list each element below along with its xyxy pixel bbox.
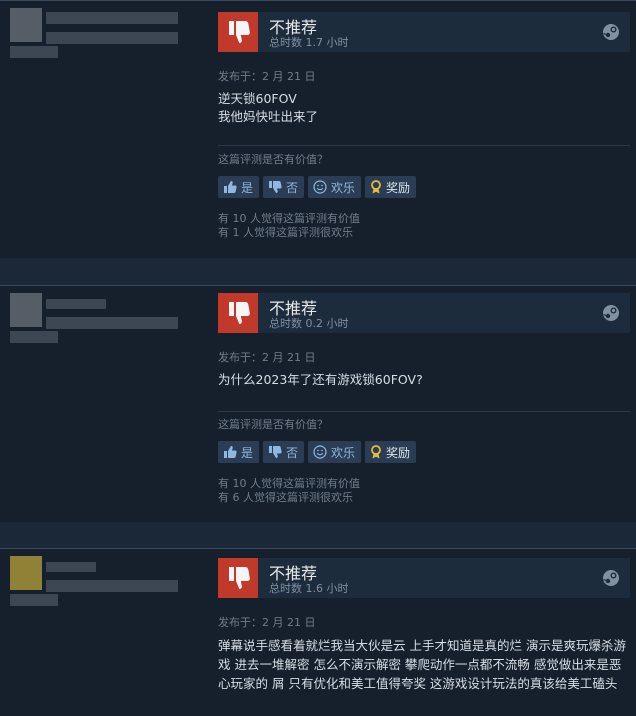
thumbs-down-icon [268,445,282,459]
thumbs-up-icon [223,445,237,459]
helpful-count: 有 10 人觉得这篇评测有价值 [218,212,360,225]
posted-date: 发布于：2 月 21 日 [218,351,316,364]
vote-funny-label: 欢乐 [331,180,356,195]
smiley-icon [313,180,327,194]
vote-no-button[interactable]: 否 [263,441,305,463]
review-content: 逆天锁60FOV 我他妈快吐出来了 [218,91,319,124]
award-label: 奖励 [386,445,411,460]
review-header[interactable]: 不推荐 总时数 0.2 小时 [218,293,630,333]
vote-yes-button[interactable]: 是 [218,176,260,198]
vote-yes-button[interactable]: 是 [218,441,260,463]
review-content: 为什么2023年了还有游戏锁60FOV? [218,372,423,387]
thumb-down-icon [218,558,258,598]
award-label: 奖励 [386,180,411,195]
vote-no-label: 否 [286,180,299,195]
steam-icon [602,304,620,326]
vote-funny-button[interactable]: 欢乐 [308,441,362,463]
vote-no-label: 否 [286,445,299,460]
divider [0,285,636,286]
vote-buttons: 是 否 欢乐 奖励 [218,441,417,463]
thumb-down-icon [218,12,258,52]
funny-count: 有 6 人觉得这篇评测很欢乐 [218,491,353,504]
playtime: 总时数 0.2 小时 [269,317,349,330]
review-card: 不推荐 总时数 1.6 小时 发布于：2 月 21 日 弹幕说手感看着就烂我当大… [0,548,636,716]
review-stats: 有 10 人觉得这篇评测有价值 有 1 人觉得这篇评测很欢乐 [218,212,360,240]
reviewer-avatar-blurred[interactable] [10,8,180,58]
helpful-question: 这篇评测是否有价值？ [218,418,328,431]
helpful-count: 有 10 人觉得这篇评测有价值 [218,477,360,490]
vote-funny-label: 欢乐 [331,445,356,460]
vote-no-button[interactable]: 否 [263,176,305,198]
thumbs-down-icon [268,180,282,194]
helpful-question: 这篇评测是否有价值？ [218,153,328,166]
playtime: 总时数 1.7 小时 [269,36,349,49]
divider [0,548,636,549]
smiley-icon [313,445,327,459]
review-header[interactable]: 不推荐 总时数 1.7 小时 [218,12,630,52]
vote-buttons: 是 否 欢乐 奖励 [218,176,417,198]
thumbs-up-icon [223,180,237,194]
review-header[interactable]: 不推荐 总时数 1.6 小时 [218,558,630,598]
reviewer-avatar-blurred[interactable] [10,293,180,343]
steam-icon [602,569,620,591]
award-ribbon-icon [370,445,382,459]
divider [218,145,630,146]
review-separator [0,258,636,285]
reviewer-avatar-blurred[interactable] [10,556,180,606]
thumb-down-icon [218,293,258,333]
review-stats: 有 10 人觉得这篇评测有价值 有 6 人觉得这篇评测很欢乐 [218,477,360,505]
divider [218,411,630,412]
award-button[interactable]: 奖励 [365,176,417,198]
posted-date: 发布于：2 月 21 日 [218,70,316,83]
review-separator [0,522,636,548]
vote-yes-label: 是 [241,180,254,195]
review-card: 不推荐 总时数 0.2 小时 发布于：2 月 21 日 为什么2023年了还有游… [0,285,636,522]
posted-date: 发布于：2 月 21 日 [218,616,316,629]
review-content: 弹幕说手感看着就烂我当大伙是云 上手才知道是真的烂 演示是爽玩爆杀游戏 进去一堆… [218,638,626,691]
review-card: 不推荐 总时数 1.7 小时 发布于：2 月 21 日 逆天锁60FOV 我他妈… [0,0,636,258]
divider [0,0,636,1]
award-button[interactable]: 奖励 [365,441,417,463]
vote-funny-button[interactable]: 欢乐 [308,176,362,198]
award-ribbon-icon [370,180,382,194]
playtime: 总时数 1.6 小时 [269,582,349,595]
vote-yes-label: 是 [241,445,254,460]
steam-icon [602,23,620,45]
funny-count: 有 1 人觉得这篇评测很欢乐 [218,226,353,239]
